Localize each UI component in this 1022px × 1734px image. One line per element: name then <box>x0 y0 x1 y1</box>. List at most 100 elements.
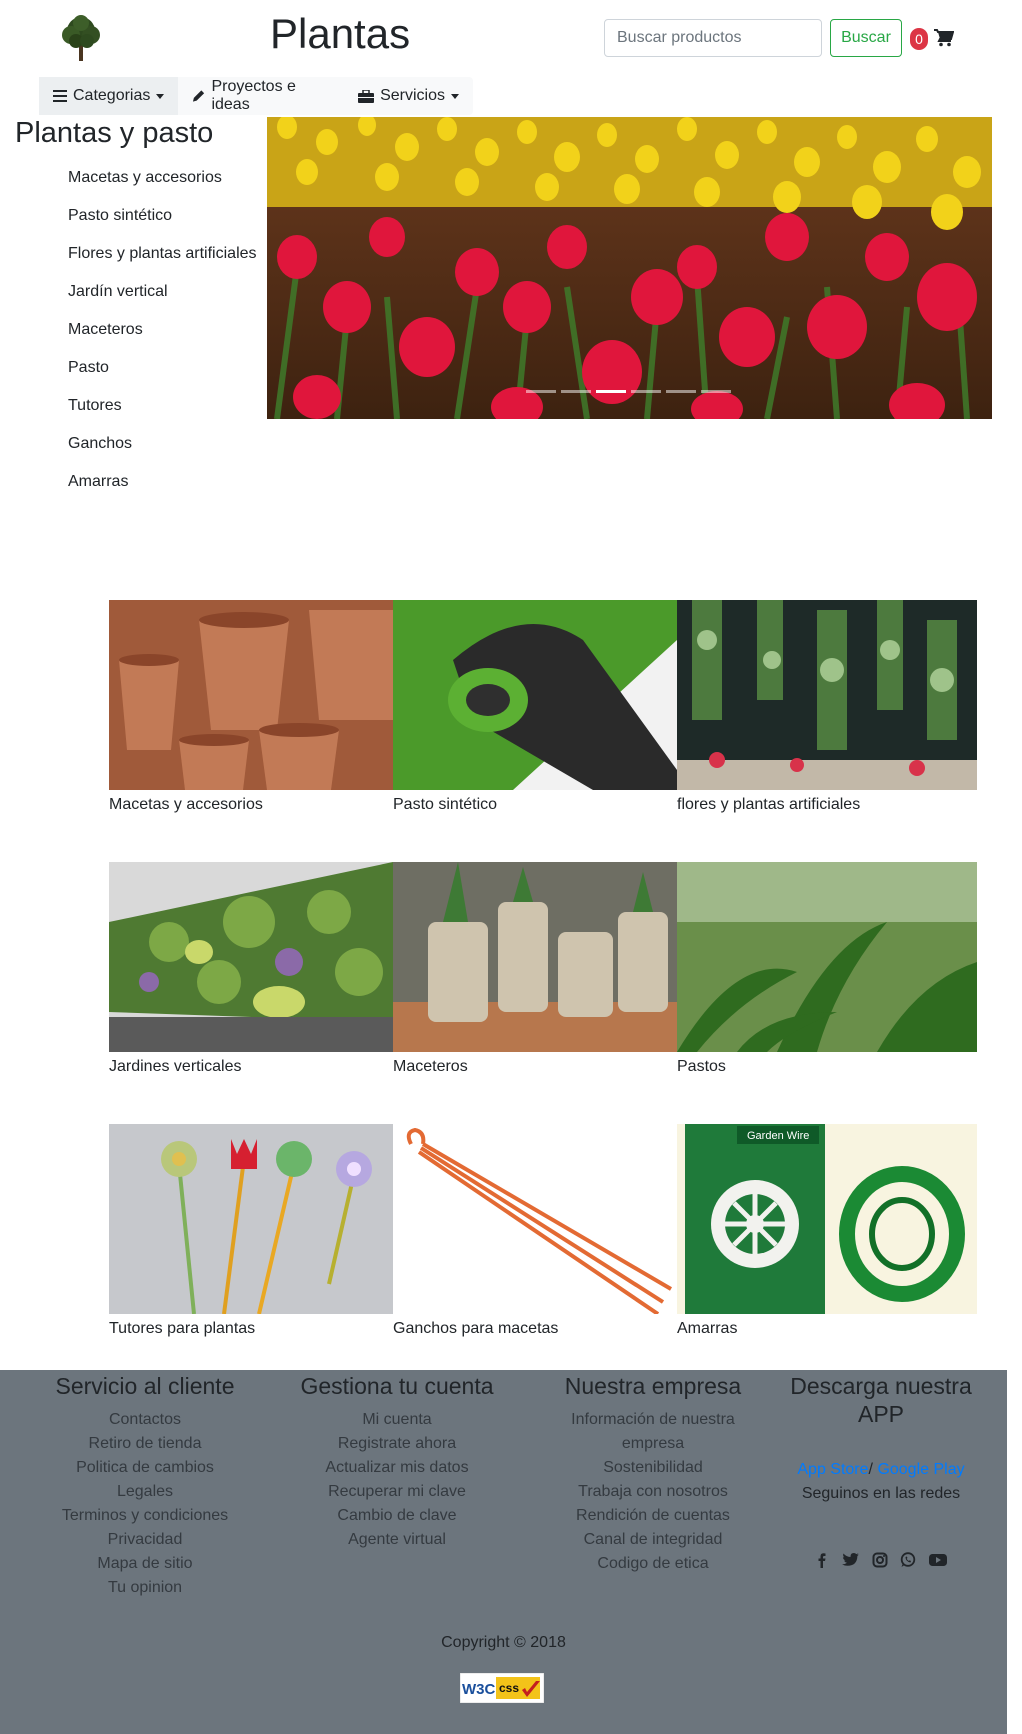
app-store-links: App Store/ Google Play <box>775 1458 987 1482</box>
product-card-pasto-sintetico[interactable]: Pasto sintético <box>393 600 677 814</box>
cart-icon[interactable] <box>934 28 954 48</box>
sidebar-item-jardin-vertical[interactable]: Jardín vertical <box>68 282 257 320</box>
footer-col-title: Gestiona tu cuenta <box>300 1373 494 1399</box>
whatsapp-icon[interactable] <box>900 1552 916 1568</box>
product-image-amarras[interactable]: Garden Wire <box>677 1124 977 1314</box>
footer-link[interactable]: Tu opinion <box>20 1576 270 1600</box>
footer-link[interactable]: Terminos y condiciones <box>20 1504 270 1528</box>
nav-proyectos-label: Proyectos e ideas <box>211 78 296 113</box>
footer-link[interactable]: Legales <box>20 1480 270 1504</box>
footer-link[interactable]: Agente virtual <box>272 1528 522 1552</box>
footer-link[interactable]: Rendición de cuentas <box>538 1504 768 1528</box>
sidebar-title: Plantas y pasto <box>15 117 214 149</box>
instagram-icon[interactable] <box>872 1552 888 1568</box>
footer: Servicio al cliente Contactos Retiro de … <box>0 1370 1007 1734</box>
product-name[interactable]: Pastos <box>677 1058 977 1076</box>
svg-text:W3C: W3C <box>462 1681 496 1698</box>
nav-categorias-label: Categorias <box>73 87 151 104</box>
product-card-jardines-verticales[interactable]: Jardines verticales <box>109 862 393 1076</box>
chevron-down-icon <box>156 93 165 99</box>
footer-link[interactable]: Codigo de etica <box>538 1552 768 1576</box>
footer-link[interactable]: Recuperar mi clave <box>272 1480 522 1504</box>
product-card-flores-artificiales[interactable]: flores y plantas artificiales <box>677 600 977 814</box>
tulip-field-image <box>267 117 992 419</box>
social-label: Seguinos en las redes <box>801 1485 961 1502</box>
footer-link[interactable]: Trabaja con nosotros <box>538 1480 768 1504</box>
sidebar-item-amarras[interactable]: Amarras <box>68 472 257 510</box>
link-separator: / <box>868 1461 873 1478</box>
product-card-amarras[interactable]: Garden Wire Amarras <box>677 1124 977 1338</box>
pencil-icon <box>193 90 205 102</box>
nav-proyectos[interactable]: Proyectos e ideas <box>178 77 344 115</box>
google-play-link[interactable]: Google Play <box>877 1461 964 1478</box>
footer-link[interactable]: Privacidad <box>20 1528 270 1552</box>
product-image-flores-artificiales[interactable] <box>677 600 977 790</box>
twitter-icon[interactable] <box>842 1552 860 1568</box>
cart-count-badge: 0 <box>910 28 928 50</box>
sidebar-item-macetas[interactable]: Macetas y accesorios <box>68 168 257 206</box>
carousel-indicator[interactable] <box>666 390 696 393</box>
nav-categorias[interactable]: Categorias <box>39 77 179 115</box>
product-name[interactable]: Jardines verticales <box>109 1058 393 1076</box>
footer-link[interactable]: Información de nuestra empresa <box>558 1408 748 1456</box>
facebook-icon[interactable] <box>814 1552 830 1568</box>
product-card-ganchos[interactable]: Ganchos para macetas <box>393 1124 677 1338</box>
product-card-macetas[interactable]: Macetas y accesorios <box>109 600 393 814</box>
footer-link[interactable]: Actualizar mis datos <box>272 1456 522 1480</box>
footer-link[interactable]: Canal de integridad <box>538 1528 768 1552</box>
app-store-link[interactable]: App Store <box>797 1461 868 1478</box>
product-image-ganchos[interactable] <box>393 1124 677 1314</box>
product-name[interactable]: Ganchos para macetas <box>393 1320 677 1338</box>
tree-logo-icon[interactable] <box>56 13 106 63</box>
product-image-jardines-verticales[interactable] <box>109 862 393 1052</box>
footer-link[interactable]: Sostenibilidad <box>538 1456 768 1480</box>
main-nav: Categorias Proyectos e ideas Servicios <box>39 77 473 115</box>
product-card-pastos[interactable]: Pastos <box>677 862 977 1076</box>
sidebar-item-maceteros[interactable]: Maceteros <box>68 320 257 358</box>
carousel-indicator[interactable] <box>526 390 556 393</box>
product-image-macetas[interactable] <box>109 600 393 790</box>
copyright: Copyright © 2018 <box>441 1634 566 1651</box>
product-image-tutores[interactable] <box>109 1124 393 1314</box>
footer-col-empresa: Nuestra empresa Información de nuestra e… <box>538 1370 768 1576</box>
footer-link[interactable]: Cambio de clave <box>272 1504 522 1528</box>
search-button[interactable]: Buscar <box>830 19 902 57</box>
product-name[interactable]: Maceteros <box>393 1058 677 1076</box>
product-name[interactable]: flores y plantas artificiales <box>677 796 977 814</box>
product-name[interactable]: Macetas y accesorios <box>109 796 393 814</box>
footer-col-title: Servicio al cliente <box>55 1373 235 1399</box>
product-name[interactable]: Tutores para plantas <box>109 1320 393 1338</box>
carousel-indicators <box>526 390 736 393</box>
product-image-pastos[interactable] <box>677 862 977 1052</box>
footer-link[interactable]: Registrate ahora <box>272 1432 522 1456</box>
product-name[interactable]: Amarras <box>677 1320 977 1338</box>
sidebar-item-ganchos[interactable]: Ganchos <box>68 434 257 472</box>
carousel-indicator[interactable] <box>631 390 661 393</box>
footer-col-cuenta: Gestiona tu cuenta Mi cuenta Registrate … <box>272 1370 522 1552</box>
sidebar-item-flores-artificiales[interactable]: Flores y plantas artificiales <box>68 244 257 282</box>
sidebar-item-pasto[interactable]: Pasto <box>68 358 257 396</box>
search-input[interactable] <box>604 19 822 57</box>
sidebar-item-tutores[interactable]: Tutores <box>68 396 257 434</box>
sidebar-item-pasto-sintetico[interactable]: Pasto sintético <box>68 206 257 244</box>
product-card-maceteros[interactable]: Maceteros <box>393 862 677 1076</box>
carousel-indicator-active[interactable] <box>596 390 626 393</box>
toolbox-icon <box>358 89 375 103</box>
footer-link[interactable]: Mi cuenta <box>272 1408 522 1432</box>
footer-link[interactable]: Mapa de sitio <box>20 1552 270 1576</box>
footer-link[interactable]: Retiro de tienda <box>20 1432 270 1456</box>
footer-link[interactable]: Contactos <box>20 1408 270 1432</box>
hero-carousel[interactable] <box>267 117 992 419</box>
product-card-tutores[interactable]: Tutores para plantas <box>109 1124 393 1338</box>
carousel-indicator[interactable] <box>701 390 731 393</box>
footer-col-title: Descarga nuestra APP <box>790 1373 972 1427</box>
product-image-maceteros[interactable] <box>393 862 677 1052</box>
w3c-css-badge-icon[interactable]: W3C css <box>460 1673 544 1703</box>
youtube-icon[interactable] <box>928 1552 948 1568</box>
carousel-indicator[interactable] <box>561 390 591 393</box>
nav-servicios-label: Servicios <box>380 87 445 104</box>
footer-link[interactable]: Politica de cambios <box>20 1456 270 1480</box>
product-name[interactable]: Pasto sintético <box>393 796 677 814</box>
product-image-pasto-sintetico[interactable] <box>393 600 677 790</box>
nav-servicios[interactable]: Servicios <box>344 77 473 115</box>
